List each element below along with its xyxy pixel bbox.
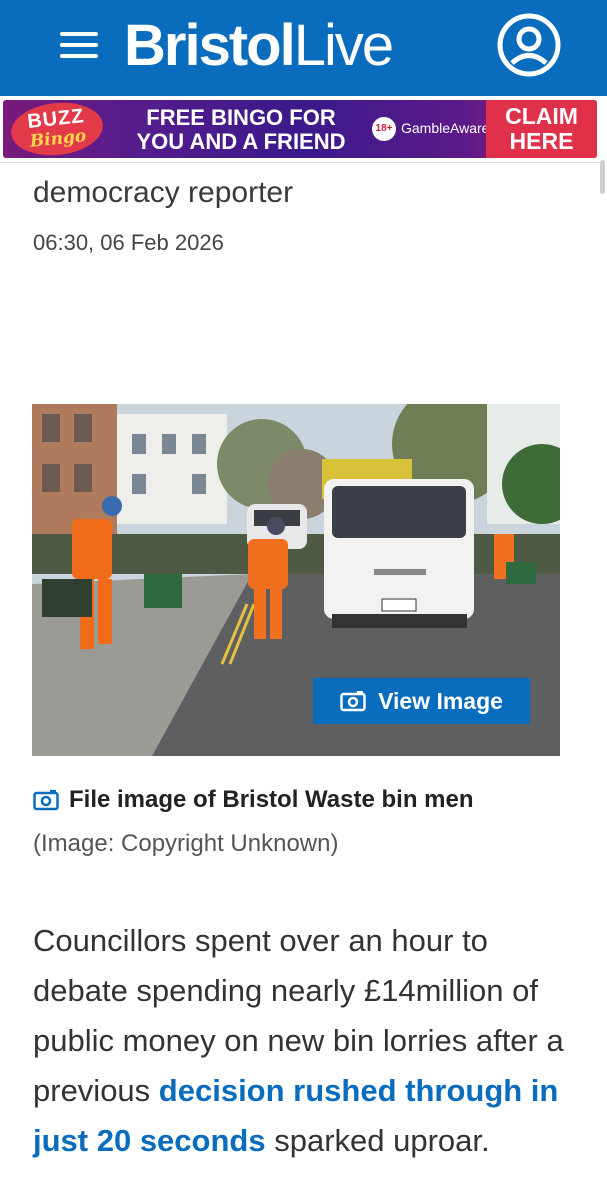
camera-icon	[340, 691, 366, 712]
gamble-aware-label: GambleAware	[401, 120, 490, 136]
ad-headline-line2: YOU AND A FRIEND	[136, 129, 346, 154]
author-byline: democracy reporter	[33, 176, 294, 209]
camera-icon	[33, 790, 59, 811]
logo-bold-text: Bristol	[124, 13, 296, 78]
publish-date: 06:30, 06 Feb 2026	[33, 230, 224, 255]
ad-banner[interactable]: BUZZ Bingo FREE BINGO FOR YOU AND A FRIE…	[0, 98, 599, 163]
site-logo[interactable]: BristolLive	[124, 13, 394, 78]
view-image-label: View Image	[378, 687, 503, 714]
ad-cta-line2: HERE	[509, 128, 574, 154]
hamburger-menu-icon[interactable]	[60, 32, 98, 60]
buzz-bingo-logo: BUZZ Bingo	[8, 100, 106, 158]
user-account-icon[interactable]	[496, 12, 562, 78]
logo-light-text: Live	[293, 13, 394, 78]
image-credit: (Image: Copyright Unknown)	[33, 830, 339, 857]
image-caption: File image of Bristol Waste bin men	[33, 786, 474, 814]
ad-headline-line1: FREE BINGO FOR	[146, 105, 336, 130]
view-image-button[interactable]: View Image	[313, 678, 530, 724]
age-restriction-badge: 18+	[372, 117, 396, 141]
site-header: BristolLive	[0, 0, 607, 96]
ad-headline: FREE BINGO FOR YOU AND A FRIEND	[121, 106, 361, 154]
paragraph-text-end: sparked uproar.	[265, 1123, 490, 1158]
article-paragraph: Councillors spent over an hour to debate…	[33, 916, 573, 1166]
scrollbar[interactable]	[600, 160, 605, 194]
article-image[interactable]: View Image	[32, 404, 560, 756]
ad-cta-line1: CLAIM	[505, 103, 578, 129]
ad-banner-inner[interactable]: BUZZ Bingo FREE BINGO FOR YOU AND A FRIE…	[3, 100, 597, 158]
caption-text: File image of Bristol Waste bin men	[69, 786, 474, 813]
ad-claim-button[interactable]: CLAIM HERE	[486, 100, 597, 158]
